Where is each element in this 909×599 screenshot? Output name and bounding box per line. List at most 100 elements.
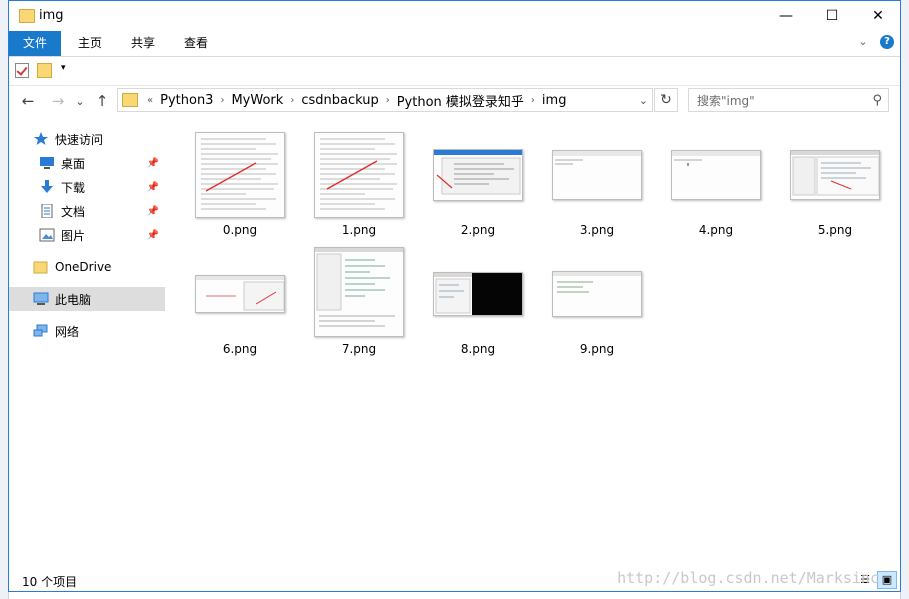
breadcrumb-mywork[interactable]: MyWork <box>227 93 287 108</box>
image-thumbnail <box>433 133 523 217</box>
refresh-button[interactable]: ↻ <box>654 88 678 112</box>
chevron-right-icon[interactable]: › <box>287 95 297 106</box>
navigation-pane: 快速访问 桌面 📌 下载 📌 文档 📌 图片 📌 OneDrive 此电脑 网络 <box>9 123 165 563</box>
watermark: http://blog.csdn.net/Marksinc <box>617 569 879 587</box>
sidebar-item-label: 桌面 <box>61 156 86 171</box>
file-item[interactable]: 7.png <box>304 242 414 356</box>
customize-toolbar-dropdown[interactable]: ▾ <box>61 63 66 73</box>
search-icon[interactable]: ⚲ <box>872 93 882 108</box>
file-item[interactable]: 1.png <box>304 123 414 237</box>
file-item[interactable]: 8.png <box>423 242 533 356</box>
tab-home[interactable]: 主页 <box>64 31 116 56</box>
document-icon <box>39 203 55 219</box>
pin-icon[interactable]: 📌 <box>147 206 159 217</box>
properties-icon[interactable] <box>15 63 29 78</box>
folder-icon <box>122 93 138 107</box>
network-icon <box>33 324 49 338</box>
folder-icon <box>19 9 35 23</box>
desktop-icon <box>39 156 55 170</box>
file-name: 8.png <box>460 342 496 356</box>
sidebar-item-label: 此电脑 <box>55 292 92 307</box>
sidebar-item-label: 网络 <box>55 324 80 339</box>
sidebar-item-quick-access[interactable]: 快速访问 <box>9 127 165 151</box>
file-list: 0.png 1.png 2.png 3.png 4.png 5.png 6.pn… <box>175 123 895 563</box>
chevron-right-icon[interactable]: › <box>217 95 227 106</box>
search-placeholder: 搜索"img" <box>697 93 755 108</box>
file-item[interactable]: 2.png <box>423 123 533 237</box>
file-name: 3.png <box>579 223 615 237</box>
breadcrumb-python3[interactable]: Python3 <box>156 93 217 108</box>
file-name: 4.png <box>698 223 734 237</box>
download-icon <box>39 180 55 194</box>
sidebar-item-pictures[interactable]: 图片 📌 <box>9 223 165 247</box>
star-icon <box>33 132 49 146</box>
file-item[interactable]: 6.png <box>185 242 295 356</box>
breadcrumb-overflow[interactable]: « <box>144 95 156 106</box>
file-item[interactable]: 4.png <box>661 123 771 237</box>
image-thumbnail <box>552 133 642 217</box>
pictures-icon <box>39 228 55 242</box>
breadcrumb-img[interactable]: img <box>538 93 571 108</box>
sidebar-item-label: 图片 <box>61 228 86 243</box>
recent-locations-button[interactable]: ⌄ <box>69 90 91 112</box>
image-thumbnail <box>671 133 761 217</box>
onedrive-icon <box>33 260 49 274</box>
search-box[interactable]: 搜索"img" ⚲ <box>688 88 889 112</box>
tab-share[interactable]: 共享 <box>117 31 169 56</box>
tab-view[interactable]: 查看 <box>170 31 222 56</box>
image-thumbnail <box>314 247 404 337</box>
image-thumbnail <box>195 132 285 218</box>
file-name: 7.png <box>341 342 377 356</box>
sidebar-item-onedrive[interactable]: OneDrive <box>9 255 165 279</box>
back-button[interactable]: ← <box>17 90 39 112</box>
ribbon-tabs: 文件 主页 共享 查看 ⌄ ? <box>9 31 900 57</box>
minimize-button[interactable]: — <box>763 1 809 31</box>
sidebar-item-this-pc[interactable]: 此电脑 <box>9 287 165 311</box>
file-item[interactable]: 3.png <box>542 123 652 237</box>
image-thumbnail <box>433 252 523 336</box>
tab-file[interactable]: 文件 <box>9 31 62 56</box>
new-folder-icon[interactable] <box>37 63 52 78</box>
chevron-right-icon[interactable]: › <box>528 95 538 106</box>
file-item[interactable]: 9.png <box>542 242 652 356</box>
quick-access-toolbar: ▾ <box>9 57 900 86</box>
pin-icon[interactable]: 📌 <box>147 230 159 241</box>
file-name: 5.png <box>817 223 853 237</box>
file-name: 0.png <box>222 223 258 237</box>
up-button[interactable]: ↑ <box>91 90 113 112</box>
forward-button[interactable]: → <box>47 90 69 112</box>
large-icons-view-button[interactable]: ▣ <box>877 571 897 589</box>
image-thumbnail <box>314 132 404 218</box>
chevron-down-icon[interactable]: ⌄ <box>856 35 870 49</box>
sidebar-item-label: 文档 <box>61 204 86 219</box>
image-thumbnail <box>195 252 285 336</box>
breadcrumb-python-login[interactable]: Python 模拟登录知乎 <box>393 91 528 110</box>
file-item[interactable]: 0.png <box>185 123 295 237</box>
pin-icon[interactable]: 📌 <box>147 182 159 193</box>
help-icon[interactable]: ? <box>880 35 894 49</box>
sidebar-item-network[interactable]: 网络 <box>9 319 165 343</box>
sidebar-item-label: 快速访问 <box>55 132 104 147</box>
navigation-bar: ← → ⌄ ↑ « Python3 › MyWork › csdnbackup … <box>9 87 900 115</box>
sidebar-item-downloads[interactable]: 下载 📌 <box>9 175 165 199</box>
sidebar-item-desktop[interactable]: 桌面 📌 <box>9 151 165 175</box>
close-button[interactable]: ✕ <box>855 1 901 31</box>
image-thumbnail <box>790 133 880 217</box>
background-window-right <box>900 0 909 599</box>
this-pc-icon <box>33 292 49 306</box>
sidebar-item-documents[interactable]: 文档 📌 <box>9 199 165 223</box>
sidebar-item-label: 下载 <box>61 180 86 195</box>
breadcrumb-csdnbackup[interactable]: csdnbackup <box>297 93 382 108</box>
pin-icon[interactable]: 📌 <box>147 158 159 169</box>
file-name: 1.png <box>341 223 377 237</box>
item-count: 10 个项目 <box>22 575 78 589</box>
file-name: 2.png <box>460 223 496 237</box>
title-bar: img — ☐ ✕ <box>9 1 900 31</box>
sidebar-item-label: OneDrive <box>55 260 112 274</box>
chevron-right-icon[interactable]: › <box>383 95 393 106</box>
file-name: 6.png <box>222 342 258 356</box>
address-dropdown-icon[interactable]: ⌄ <box>639 94 648 107</box>
address-bar[interactable]: « Python3 › MyWork › csdnbackup › Python… <box>117 88 653 112</box>
file-item[interactable]: 5.png <box>780 123 890 237</box>
maximize-button[interactable]: ☐ <box>809 1 855 31</box>
